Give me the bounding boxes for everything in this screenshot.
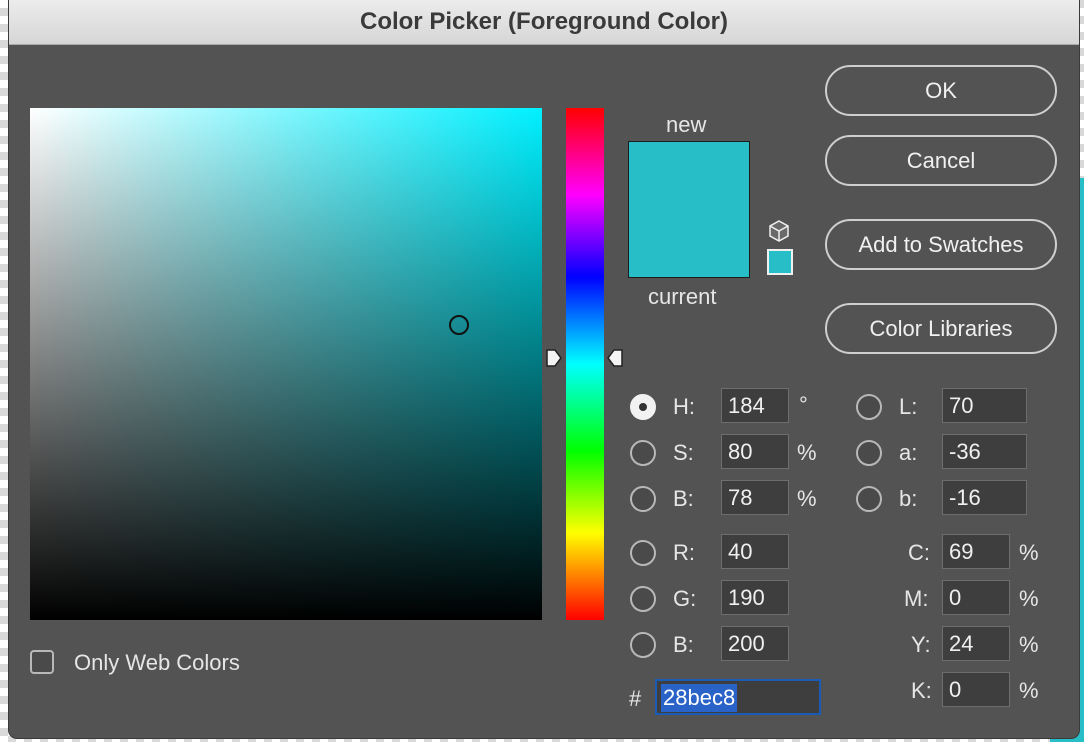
hex-input[interactable]: 28bec8 — [655, 679, 821, 715]
lab-l-label: L: — [899, 394, 918, 419]
lab-a-radio[interactable] — [856, 440, 882, 466]
hue-slider-right-arrow-icon[interactable] — [607, 349, 623, 367]
web-safe-color-swatch[interactable] — [767, 249, 793, 275]
cyan-unit: % — [1019, 540, 1039, 565]
hex-value-selection: 28bec8 — [661, 684, 738, 712]
blue-input[interactable]: 200 — [721, 626, 789, 661]
lab-b-input[interactable]: -16 — [942, 480, 1027, 515]
blue-radio[interactable] — [630, 632, 656, 658]
lab-a-label: a: — [899, 440, 918, 465]
hex-label: # — [629, 686, 642, 711]
color-field[interactable] — [30, 108, 542, 620]
red-label: R: — [673, 540, 695, 565]
color-picker-dialog: Color Picker (Foreground Color) new curr… — [9, 0, 1079, 738]
yellow-label: Y: — [911, 632, 931, 657]
cyan-input[interactable]: 69 — [942, 534, 1010, 569]
green-label: G: — [673, 586, 697, 611]
magenta-input[interactable]: 0 — [942, 580, 1010, 615]
saturation-input[interactable]: 80 — [721, 434, 789, 469]
saturation-label: S: — [673, 440, 694, 465]
blue-label: B: — [673, 632, 694, 657]
color-libraries-button[interactable]: Color Libraries — [825, 303, 1057, 354]
hue-slider[interactable] — [566, 108, 604, 620]
yellow-input[interactable]: 24 — [942, 626, 1010, 661]
lab-b-label: b: — [899, 486, 918, 511]
saturation-radio[interactable] — [630, 440, 656, 466]
new-color-swatch — [628, 141, 750, 278]
hue-label: H: — [673, 394, 695, 419]
red-input[interactable]: 40 — [721, 534, 789, 569]
brightness-unit: % — [797, 486, 817, 511]
lab-l-input[interactable]: 70 — [942, 388, 1027, 423]
magenta-label: M: — [904, 586, 929, 611]
brightness-input[interactable]: 78 — [721, 480, 789, 515]
hue-slider-left-arrow-icon[interactable] — [546, 349, 562, 367]
red-radio[interactable] — [630, 540, 656, 566]
yellow-unit: % — [1019, 632, 1039, 657]
hue-input[interactable]: 184 — [721, 388, 789, 423]
cyan-label: C: — [908, 540, 930, 565]
black-unit: % — [1019, 678, 1039, 703]
lab-l-radio[interactable] — [856, 394, 882, 420]
hue-unit: ° — [799, 392, 808, 417]
hue-radio[interactable] — [630, 394, 656, 420]
brightness-label: B: — [673, 486, 694, 511]
current-color-label: current — [648, 284, 717, 309]
saturation-unit: % — [797, 440, 817, 465]
lab-b-radio[interactable] — [856, 486, 882, 512]
color-field-cursor[interactable] — [449, 315, 469, 335]
window-title: Color Picker (Foreground Color) — [9, 0, 1079, 45]
brightness-radio[interactable] — [630, 486, 656, 512]
add-to-swatches-button[interactable]: Add to Swatches — [825, 219, 1057, 270]
cube-icon[interactable] — [767, 219, 791, 243]
only-web-colors-label[interactable]: Only Web Colors — [74, 650, 240, 676]
black-input[interactable]: 0 — [942, 672, 1010, 707]
ok-button[interactable]: OK — [825, 65, 1057, 116]
green-input[interactable]: 190 — [721, 580, 789, 615]
green-radio[interactable] — [630, 586, 656, 612]
lab-a-input[interactable]: -36 — [942, 434, 1027, 469]
black-label: K: — [911, 678, 932, 703]
new-color-label: new — [666, 112, 707, 137]
only-web-colors-checkbox[interactable] — [30, 650, 54, 674]
magenta-unit: % — [1019, 586, 1039, 611]
cancel-button[interactable]: Cancel — [825, 135, 1057, 186]
